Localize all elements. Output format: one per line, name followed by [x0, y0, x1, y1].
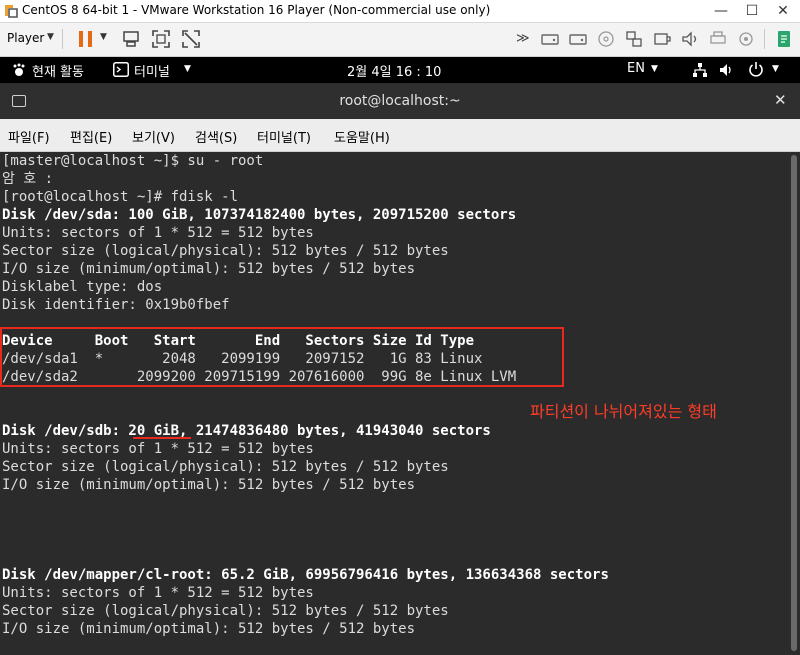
- sound-card-icon[interactable]: [680, 29, 700, 49]
- sdb-size-underline: [133, 437, 191, 439]
- network-adapter-icon[interactable]: [624, 29, 644, 49]
- chevron-down-icon[interactable]: ▼: [772, 64, 779, 74]
- terminal-line: [master@localhost ~]$ su - root: [2, 153, 264, 169]
- terminal-header-bar: root@localhost:~ ✕: [0, 84, 800, 118]
- terminal-menu-bar: 파일(F) 편집(E) 보기(V) 검색(S) 터미널(T) 도움말(H): [0, 119, 800, 152]
- terminal-line: 암 호 :: [2, 171, 54, 187]
- fullscreen-icon[interactable]: [151, 29, 171, 49]
- terminal-line: [root@localhost ~]# fdisk -l: [2, 189, 239, 205]
- unity-mode-icon[interactable]: [181, 29, 201, 49]
- power-icon[interactable]: [748, 61, 764, 77]
- gnome-foot-icon: [13, 63, 25, 76]
- chevron-down-icon[interactable]: ▼: [184, 64, 191, 74]
- cd-drive-icon[interactable]: [596, 29, 616, 49]
- chevron-down-icon[interactable]: ▼: [651, 64, 658, 74]
- menu-help[interactable]: 도움말(H): [334, 127, 390, 146]
- settings-icon[interactable]: [736, 29, 756, 49]
- menu-view[interactable]: 보기(V): [132, 127, 175, 146]
- terminal-line: Disk identifier: 0x19b0fbef: [2, 297, 230, 313]
- language-indicator[interactable]: EN: [627, 61, 645, 76]
- terminal-line: Sector size (logical/physical): 512 byte…: [2, 459, 449, 475]
- chevron-down-icon[interactable]: ▼: [100, 32, 107, 42]
- vmware-toolbar: Player ▼ ▼ ≫: [0, 23, 800, 57]
- terminal-output[interactable]: [master@localhost ~]$ su - root 암 호 : [r…: [0, 152, 788, 655]
- partition-annotation: 파티션이 나뉘어져있는 형태: [530, 402, 717, 421]
- terminal-line: Sector size (logical/physical): 512 byte…: [2, 243, 449, 259]
- volume-icon[interactable]: [718, 62, 734, 78]
- pause-icon[interactable]: [76, 29, 96, 49]
- maximize-button[interactable]: ☐: [737, 1, 767, 21]
- terminal-line: Sector size (logical/physical): 512 byte…: [2, 603, 449, 619]
- menu-terminal[interactable]: 터미널(T): [257, 127, 311, 146]
- network-wired-icon[interactable]: [692, 62, 708, 78]
- terminal-line: I/O size (minimum/optimal): 512 bytes / …: [2, 477, 416, 493]
- send-ctrl-alt-del-icon[interactable]: [121, 29, 141, 49]
- terminal-scrollbar-thumb[interactable]: [791, 155, 797, 651]
- notes-icon[interactable]: [774, 29, 794, 49]
- terminal-line: Disk /dev/sdb: 20 GiB, 21474836480 bytes…: [2, 423, 491, 439]
- terminal-line: Units: sectors of 1 * 512 = 512 bytes: [2, 441, 314, 457]
- overflow-chevron-icon[interactable]: ≫: [516, 31, 530, 46]
- activities-button[interactable]: 현재 활동: [32, 61, 84, 80]
- terminal-line: I/O size (minimum/optimal): 512 bytes / …: [2, 261, 416, 277]
- hard-disk-2-icon[interactable]: [568, 29, 588, 49]
- gnome-top-bar: 현재 활동 터미널 ▼ 2월 4일 16 : 10 EN ▼ ▼: [0, 57, 800, 83]
- menu-file[interactable]: 파일(F): [8, 127, 50, 146]
- printer-icon[interactable]: [708, 29, 728, 49]
- app-menu-terminal[interactable]: 터미널: [134, 61, 170, 80]
- hard-disk-icon[interactable]: [540, 29, 560, 49]
- terminal-title: root@localhost:~: [339, 93, 461, 109]
- terminal-icon: [113, 62, 129, 77]
- chevron-down-icon[interactable]: ▼: [47, 32, 54, 42]
- terminal-line: I/O size (minimum/optimal): 512 bytes / …: [2, 621, 416, 637]
- close-window-button[interactable]: ✕: [768, 1, 798, 21]
- clock[interactable]: 2월 4일 16 : 10: [347, 61, 441, 80]
- terminal-line: Units: sectors of 1 * 512 = 512 bytes: [2, 225, 314, 241]
- window-title: CentOS 8 64-bit 1 - VMware Workstation 1…: [22, 3, 491, 17]
- terminal-line: Units: sectors of 1 * 512 = 512 bytes: [2, 585, 314, 601]
- menu-search[interactable]: 검색(S): [195, 127, 237, 146]
- usb-device-icon[interactable]: [652, 29, 672, 49]
- close-terminal-button[interactable]: ✕: [774, 91, 787, 109]
- vmware-logo-icon: [4, 4, 18, 18]
- vmware-title-bar: CentOS 8 64-bit 1 - VMware Workstation 1…: [0, 0, 800, 23]
- menu-edit[interactable]: 편집(E): [70, 127, 112, 146]
- terminal-line: Disklabel type: dos: [2, 279, 163, 295]
- partition-highlight-box: [0, 327, 564, 387]
- player-menu[interactable]: Player: [7, 31, 44, 45]
- terminal-line: Disk /dev/sda: 100 GiB, 107374182400 byt…: [2, 207, 517, 223]
- terminal-line: Disk /dev/mapper/cl-root: 65.2 GiB, 6995…: [2, 567, 609, 583]
- minimize-button[interactable]: —: [706, 1, 736, 21]
